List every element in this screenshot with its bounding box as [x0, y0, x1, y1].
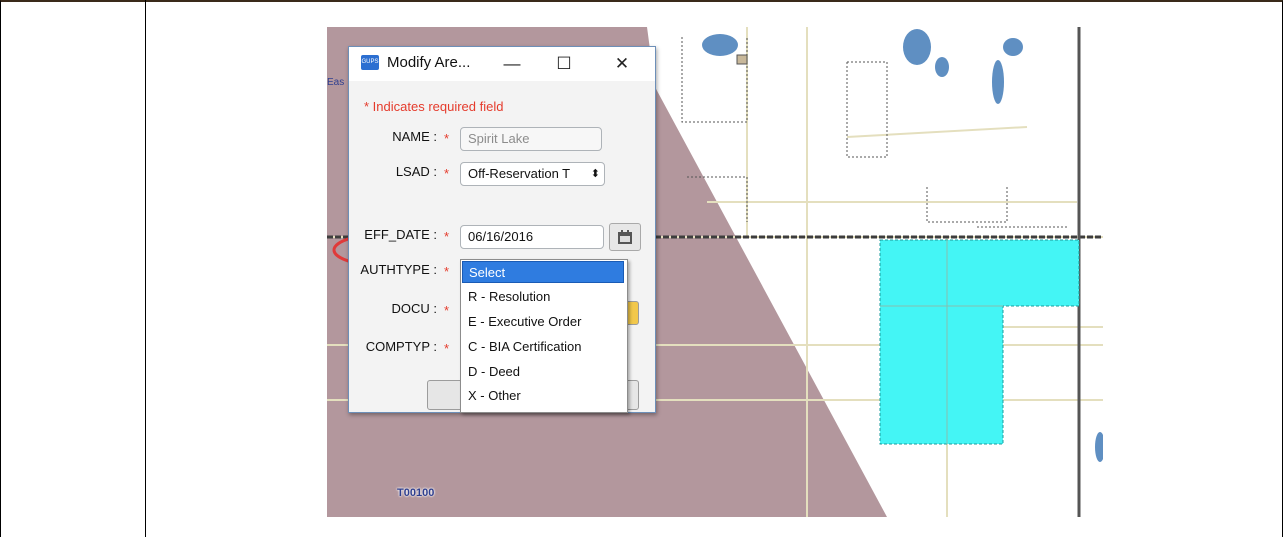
authtype-option-select[interactable]: Select [462, 261, 624, 283]
select-arrows-icon: ⬍ [590, 168, 600, 180]
comptyp-required-star: * [444, 341, 450, 356]
map-side-label: Eas [327, 77, 345, 88]
authtype-option-other[interactable]: X - Other [462, 385, 624, 407]
lsad-select[interactable]: Off-Reservation T ⬍ [460, 162, 605, 186]
calendar-icon [618, 230, 632, 244]
authtype-required-star: * [444, 264, 450, 279]
close-button[interactable]: ✕ [607, 50, 637, 78]
authtype-label: AUTHTYPE : [360, 262, 437, 277]
app-icon: GUPS [361, 55, 379, 70]
authtype-option-resolution[interactable]: R - Resolution [462, 286, 624, 308]
eff-date-label: EFF_DATE : [364, 227, 437, 242]
building-marker [736, 54, 748, 65]
maximize-button[interactable]: ☐ [549, 50, 579, 78]
lsad-label: LSAD : [395, 164, 437, 179]
eff-date-field[interactable]: 06/16/2016 [460, 225, 604, 249]
name-field[interactable]: Spirit Lake [460, 127, 602, 151]
table-column-divider [145, 0, 146, 537]
eff-date-required-star: * [444, 229, 450, 244]
selected-parcel [879, 239, 1080, 445]
required-field-note: * Indicates required field [364, 99, 504, 114]
docu-required-star: * [444, 303, 450, 318]
lsad-value: Off-Reservation T [468, 166, 571, 181]
name-required-star: * [444, 131, 450, 146]
authtype-dropdown-list[interactable]: Select R - Resolution E - Executive Orde… [460, 259, 628, 413]
parcel-boundaries [681, 37, 1067, 228]
modify-area-dialog: GUPS Modify Are... — ☐ ✕ * Indicates req… [348, 46, 656, 413]
lsad-required-star: * [444, 166, 450, 181]
name-label: NAME : [392, 129, 437, 144]
authtype-option-bia-certification[interactable]: C - BIA Certification [462, 336, 624, 358]
embedded-screenshot: Eas T00100 GUPS Modify Are... — ☐ ✕ * In… [327, 27, 1103, 517]
authtype-option-deed[interactable]: D - Deed [462, 361, 624, 383]
township-label: T00100 [397, 487, 435, 499]
calendar-button[interactable] [609, 223, 641, 251]
comptyp-label: COMPTYP : [365, 339, 437, 354]
minimize-button[interactable]: — [497, 50, 527, 78]
dialog-title: Modify Are... [387, 54, 471, 71]
docu-label: DOCU : [391, 301, 438, 316]
dialog-titlebar[interactable]: GUPS Modify Are... — ☐ ✕ [349, 47, 655, 81]
authtype-option-executive-order[interactable]: E - Executive Order [462, 311, 624, 333]
